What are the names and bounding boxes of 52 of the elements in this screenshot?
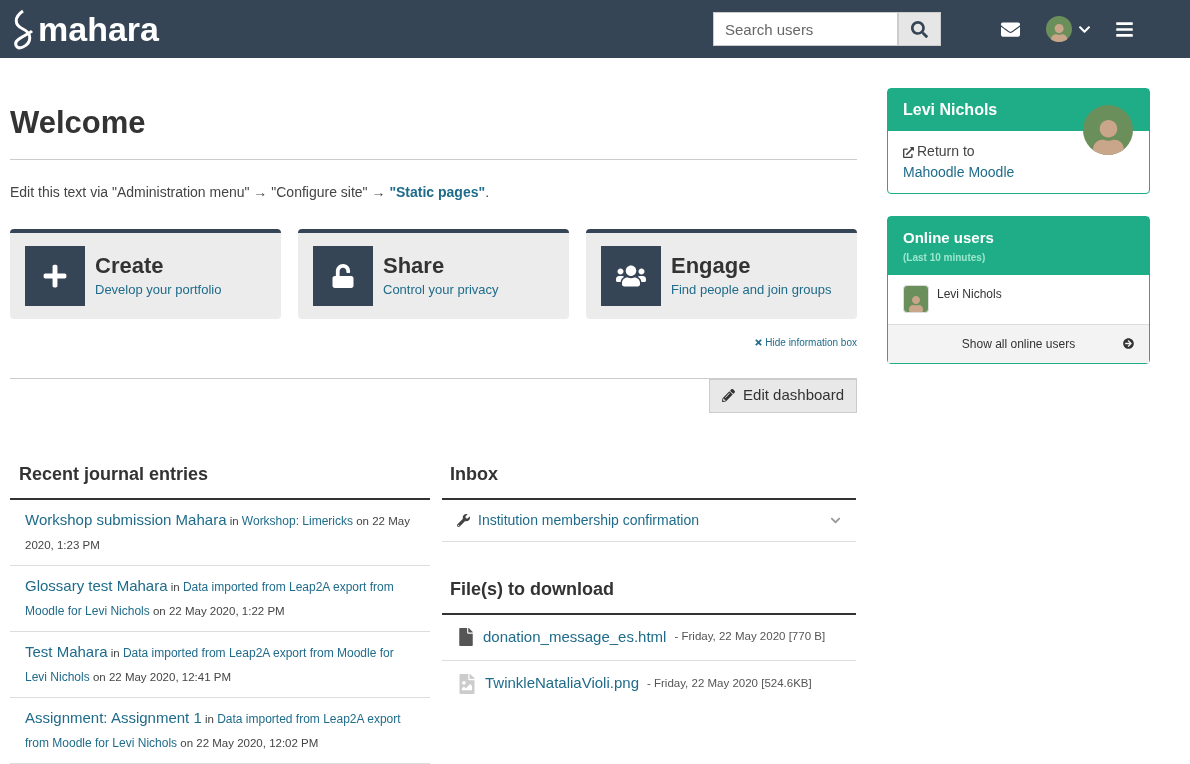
card-title: Share <box>383 252 446 280</box>
document-icon <box>457 628 475 646</box>
user-thumbnail[interactable] <box>903 285 929 313</box>
menu-icon[interactable] <box>1115 19 1134 39</box>
user-menu-button[interactable] <box>1046 16 1091 42</box>
intro-text: Edit this text via "Administration menu" → "Configure site" → "Static pages". <box>10 182 491 202</box>
journal-entry: Workshop submission Mahara in Workshop: Limericks on 22 May 2020, 1:23 PM <box>10 499 430 566</box>
file-meta: - Friday, 22 May 2020 [770 B] <box>674 629 826 645</box>
section-title: Inbox <box>442 460 856 500</box>
plus-icon <box>42 262 68 289</box>
avatar-icon <box>1083 105 1133 155</box>
return-text: Return to Mahoodle Moodle <box>902 142 1016 182</box>
info-card[interactable]: Create Develop your portfolio <box>10 228 281 319</box>
image-thumbnail-icon <box>457 673 477 694</box>
inbox-item-title: Institution membership confirmation <box>478 510 700 530</box>
journal-entry: Test Mahara in Data imported from Leap2A export from Moodle for Levi Nichols on 22 May 2020, 12:41 PM <box>10 631 430 698</box>
card-title: Create <box>95 252 165 280</box>
online-users-title: Online users <box>903 228 995 248</box>
info-card[interactable]: Share Control your privacy <box>298 228 569 319</box>
section-title: File(s) to download <box>442 575 856 615</box>
section-title: Recent journal entries <box>10 460 430 500</box>
page-title: Welcome <box>10 58 857 160</box>
unlocked-padlock-icon <box>331 263 355 288</box>
file-link[interactable]: TwinkleNataliaVioli.png <box>485 672 639 695</box>
journal-entry: Glossary test Mahara in Data imported from Leap2A export from Moodle for Levi Nichols on 22 May 2020, 1:22 PM <box>10 565 430 632</box>
card-subtitle[interactable]: Develop your portfolio <box>95 279 222 299</box>
show-all-users-link[interactable]: Show all online users <box>888 324 1149 363</box>
info-card[interactable]: Engage Find people and join groups <box>586 228 857 319</box>
external-link-icon <box>903 146 914 158</box>
card-title: Engage <box>671 252 752 280</box>
return-link[interactable]: Mahoodle Moodle <box>903 164 1015 180</box>
file-link[interactable]: donation_message_es.html <box>483 625 667 649</box>
online-users-subtitle: (Last 10 minutes) <box>903 250 987 265</box>
profile-name: Levi Nichols <box>903 100 998 120</box>
search-button[interactable] <box>898 12 941 46</box>
logo-text[interactable]: mahara <box>38 12 159 46</box>
envelope-icon[interactable] <box>1001 19 1020 39</box>
edit-dashboard-button[interactable]: Edit dashboard <box>709 378 857 413</box>
card-subtitle[interactable]: Control your privacy <box>383 279 499 299</box>
inbox-item[interactable]: Institution membership confirmation <box>442 499 856 542</box>
wrench-icon <box>457 513 470 527</box>
pencil-icon <box>722 389 736 402</box>
static-pages-link[interactable]: "Static pages" <box>389 183 486 200</box>
card-subtitle[interactable]: Find people and join groups <box>671 279 832 299</box>
file-meta: - Friday, 22 May 2020 [524.6KB] <box>647 675 812 691</box>
search-field[interactable]: Search users <box>713 12 898 46</box>
search-icon <box>911 20 928 38</box>
online-user-name[interactable]: Levi Nichols <box>937 285 1002 303</box>
hide-info-link[interactable]: Hide information box <box>754 334 857 350</box>
journal-entry: Assignment: Assignment 1 in Data imported from Leap2A export from Moodle for Levi Nichols on 22 May 2020, 12:02 PM <box>10 697 430 764</box>
avatar-icon <box>1046 16 1072 42</box>
close-icon <box>754 337 764 347</box>
